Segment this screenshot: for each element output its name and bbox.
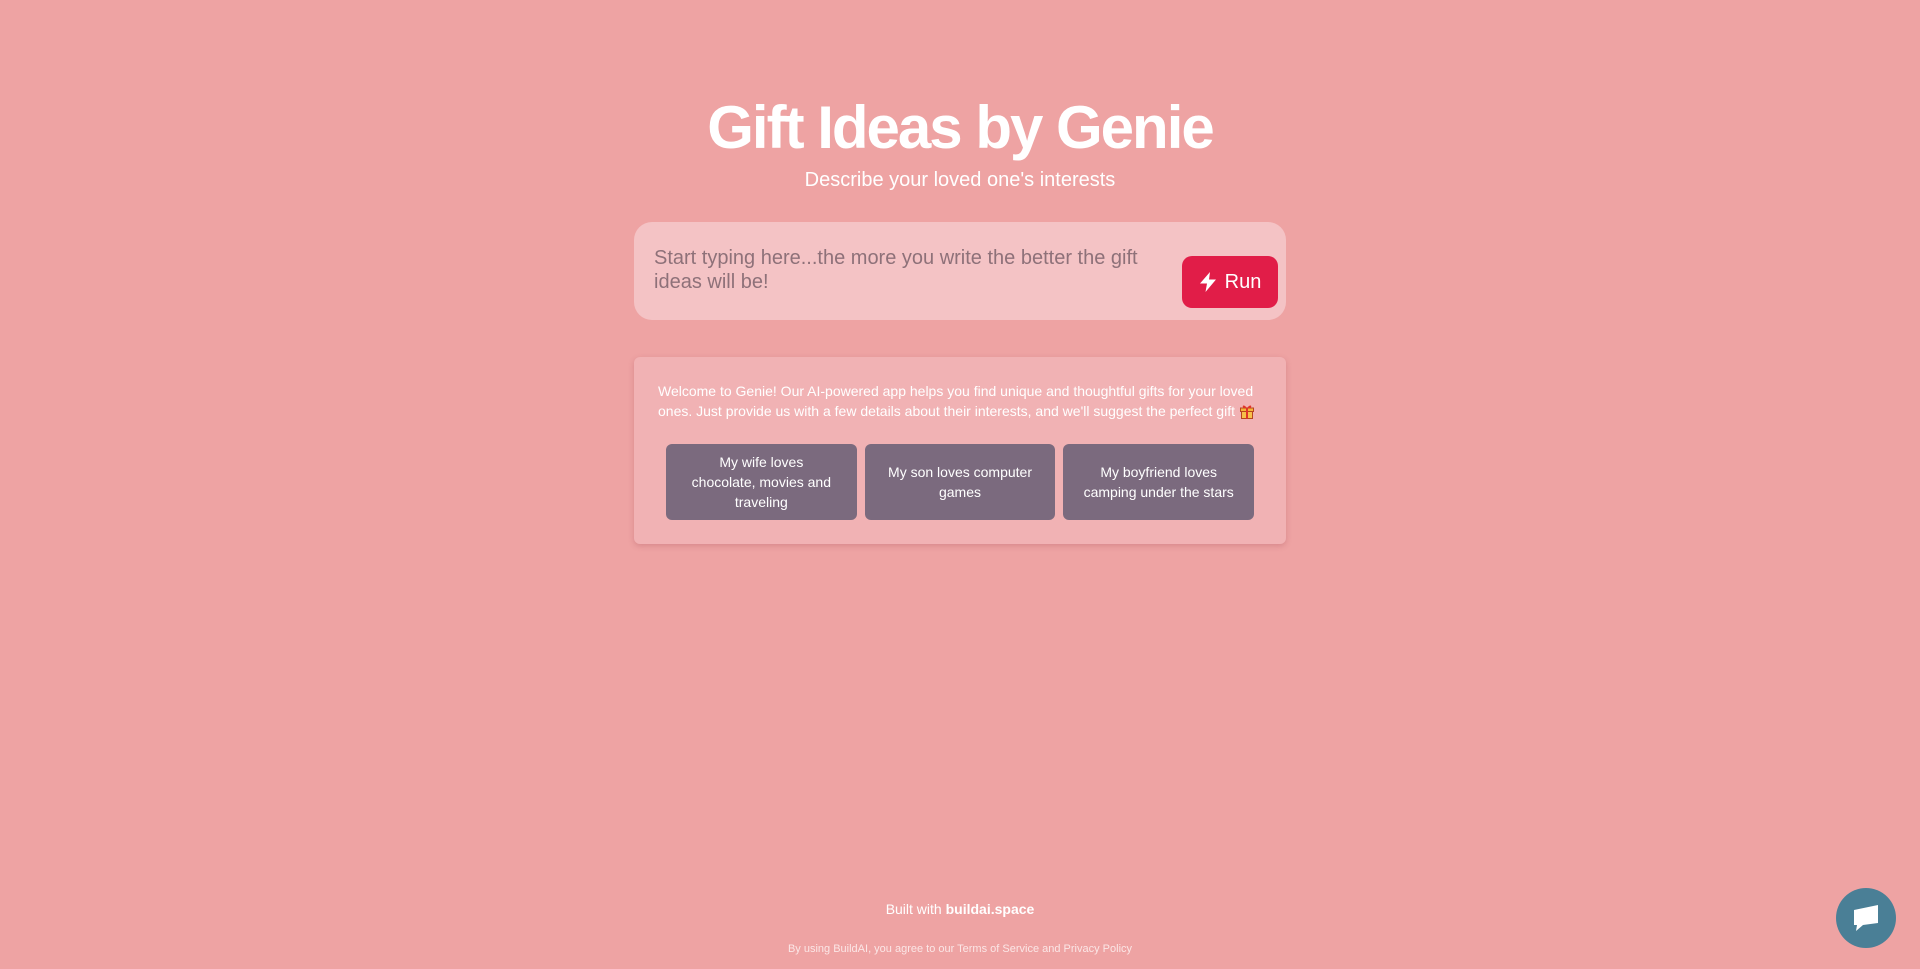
welcome-text: Welcome to Genie! Our AI-powered app hel…	[658, 383, 1254, 419]
privacy-link[interactable]: Privacy Policy	[1064, 943, 1132, 955]
legal-prefix: By using BuildAI, you agree to our	[787, 943, 958, 955]
page-title: Gift Ideas by Genie	[707, 94, 1215, 161]
welcome-message: Welcome to Genie! Our AI-powered app hel…	[658, 381, 1262, 424]
chat-icon	[1854, 905, 1878, 931]
example-prompt-label: My wife loves chocolate, movies and trav…	[691, 454, 831, 510]
prompt-input[interactable]	[654, 246, 1164, 298]
run-button-label: Run	[1224, 270, 1262, 293]
example-prompt-label: My boyfriend loves camping under the sta…	[1083, 464, 1234, 500]
built-with-prefix: Built with	[885, 901, 946, 917]
terms-link[interactable]: Terms of Service	[957, 943, 1039, 955]
run-button[interactable]: Run	[1182, 256, 1278, 308]
example-prompt-button[interactable]: My son loves computer games	[864, 444, 1056, 520]
legal-and: and	[1039, 943, 1064, 955]
gift-icon	[1239, 403, 1255, 424]
built-with-footer: Built with buildai.space	[0, 899, 1920, 919]
chat-launcher-button[interactable]	[1836, 888, 1896, 948]
example-prompt-button[interactable]: My wife loves chocolate, movies and trav…	[666, 444, 857, 520]
buildai-link[interactable]: buildai.space	[946, 901, 1035, 917]
page: Gift Ideas by Genie Describe your loved …	[0, 0, 1920, 969]
example-prompt-button[interactable]: My boyfriend loves camping under the sta…	[1063, 444, 1255, 520]
prompt-card: Run	[634, 222, 1286, 320]
legal-notice: By using BuildAI, you agree to our Terms…	[0, 941, 1920, 957]
example-prompt-label: My son loves computer games	[888, 464, 1032, 500]
welcome-card: Welcome to Genie! Our AI-powered app hel…	[634, 357, 1286, 544]
page-subtitle: Describe your loved one's interests	[804, 169, 1116, 191]
lightning-bolt-icon	[1199, 272, 1216, 292]
example-prompts: My wife loves chocolate, movies and trav…	[666, 444, 1255, 520]
